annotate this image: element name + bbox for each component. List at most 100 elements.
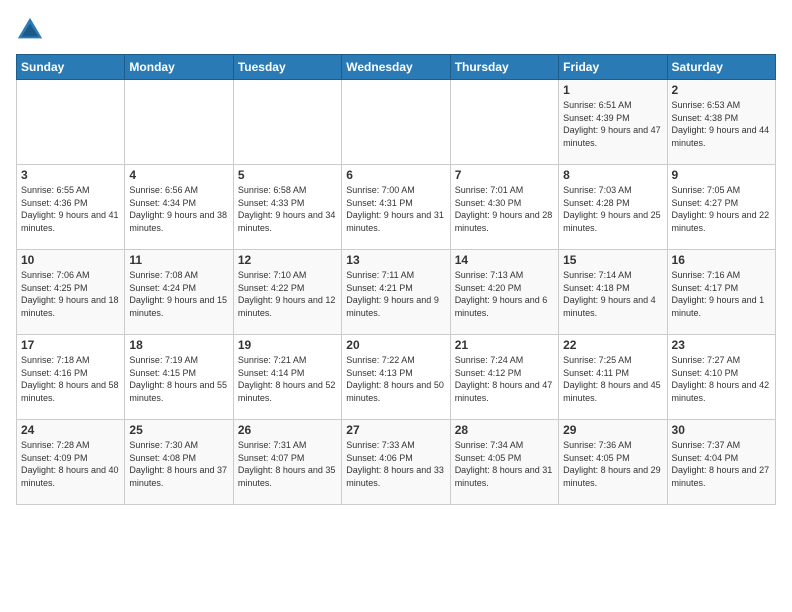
calendar-cell: 18Sunrise: 7:19 AM Sunset: 4:15 PM Dayli…: [125, 335, 233, 420]
day-number: 20: [346, 338, 445, 352]
day-number: 24: [21, 423, 120, 437]
day-info: Sunrise: 7:30 AM Sunset: 4:08 PM Dayligh…: [129, 439, 228, 489]
col-header-thursday: Thursday: [450, 55, 558, 80]
calendar-cell: [450, 80, 558, 165]
calendar-cell: 14 Sunrise: 7:13 AM Sunset: 4:20 PM Dayli…: [450, 250, 558, 335]
col-header-monday: Monday: [125, 55, 233, 80]
day-number: 3: [21, 168, 120, 182]
day-number: 14: [455, 253, 554, 267]
calendar-cell: 28 Sunrise: 7:34 AM Sunset: 4:05 PM Dayli…: [450, 420, 558, 505]
day-info: Sunrise: 7:16 AM Sunset: 4:17 PM Dayligh…: [672, 269, 771, 319]
calendar-cell: 30 Sunrise: 7:37 AM Sunset: 4:04 PM Dayli…: [667, 420, 775, 505]
day-number: 13: [346, 253, 445, 267]
day-info: Sunrise: 7:18 AM Sunset: 4:16 PM Dayligh…: [21, 354, 120, 404]
day-info: Sunrise: 6:56 AM Sunset: 4:34 PM Dayligh…: [129, 184, 228, 234]
calendar-cell: 11Sunrise: 7:08 AM Sunset: 4:24 PM Dayli…: [125, 250, 233, 335]
calendar-cell: 29 Sunrise: 7:36 AM Sunset: 4:05 PM Dayli…: [559, 420, 667, 505]
calendar-header-row: SundayMondayTuesdayWednesdayThursdayFrid…: [17, 55, 776, 80]
calendar-cell: 23 Sunrise: 7:27 AM Sunset: 4:10 PM Dayli…: [667, 335, 775, 420]
day-info: Sunrise: 7:27 AM Sunset: 4:10 PM Dayligh…: [672, 354, 771, 404]
col-header-wednesday: Wednesday: [342, 55, 450, 80]
day-info: Sunrise: 7:13 AM Sunset: 4:20 PM Dayligh…: [455, 269, 554, 319]
col-header-tuesday: Tuesday: [233, 55, 341, 80]
day-number: 2: [672, 83, 771, 97]
day-info: Sunrise: 7:36 AM Sunset: 4:05 PM Dayligh…: [563, 439, 662, 489]
day-number: 19: [238, 338, 337, 352]
day-number: 17: [21, 338, 120, 352]
day-info: Sunrise: 7:19 AM Sunset: 4:15 PM Dayligh…: [129, 354, 228, 404]
day-info: Sunrise: 7:10 AM Sunset: 4:22 PM Dayligh…: [238, 269, 337, 319]
calendar-week-row: 24 Sunrise: 7:28 AM Sunset: 4:09 PM Dayli…: [17, 420, 776, 505]
calendar-cell: [125, 80, 233, 165]
calendar-table: SundayMondayTuesdayWednesdayThursdayFrid…: [16, 54, 776, 505]
day-number: 7: [455, 168, 554, 182]
day-number: 29: [563, 423, 662, 437]
day-number: 1: [563, 83, 662, 97]
calendar-cell: 21 Sunrise: 7:24 AM Sunset: 4:12 PM Dayli…: [450, 335, 558, 420]
calendar-cell: 22Sunrise: 7:25 AM Sunset: 4:11 PM Dayli…: [559, 335, 667, 420]
day-number: 22: [563, 338, 662, 352]
day-number: 30: [672, 423, 771, 437]
day-info: Sunrise: 7:21 AM Sunset: 4:14 PM Dayligh…: [238, 354, 337, 404]
day-number: 8: [563, 168, 662, 182]
calendar-cell: [233, 80, 341, 165]
calendar-cell: 3 Sunrise: 6:55 AM Sunset: 4:36 PM Daylig…: [17, 165, 125, 250]
calendar-cell: 13 Sunrise: 7:11 AM Sunset: 4:21 PM Dayli…: [342, 250, 450, 335]
calendar-cell: 24 Sunrise: 7:28 AM Sunset: 4:09 PM Dayli…: [17, 420, 125, 505]
day-info: Sunrise: 7:33 AM Sunset: 4:06 PM Dayligh…: [346, 439, 445, 489]
day-info: Sunrise: 7:31 AM Sunset: 4:07 PM Dayligh…: [238, 439, 337, 489]
day-info: Sunrise: 7:14 AM Sunset: 4:18 PM Dayligh…: [563, 269, 662, 319]
calendar-cell: 12 Sunrise: 7:10 AM Sunset: 4:22 PM Dayli…: [233, 250, 341, 335]
day-info: Sunrise: 7:01 AM Sunset: 4:30 PM Dayligh…: [455, 184, 554, 234]
calendar-cell: 5 Sunrise: 6:58 AM Sunset: 4:33 PM Daylig…: [233, 165, 341, 250]
day-number: 16: [672, 253, 771, 267]
day-info: Sunrise: 7:00 AM Sunset: 4:31 PM Dayligh…: [346, 184, 445, 234]
calendar-cell: 26 Sunrise: 7:31 AM Sunset: 4:07 PM Dayli…: [233, 420, 341, 505]
day-info: Sunrise: 7:05 AM Sunset: 4:27 PM Dayligh…: [672, 184, 771, 234]
day-number: 9: [672, 168, 771, 182]
day-number: 11: [129, 253, 228, 267]
day-number: 5: [238, 168, 337, 182]
header: [16, 16, 776, 44]
day-number: 10: [21, 253, 120, 267]
calendar-week-row: 10Sunrise: 7:06 AM Sunset: 4:25 PM Dayli…: [17, 250, 776, 335]
logo: [16, 16, 48, 44]
calendar-cell: 17 Sunrise: 7:18 AM Sunset: 4:16 PM Dayli…: [17, 335, 125, 420]
col-header-friday: Friday: [559, 55, 667, 80]
day-number: 28: [455, 423, 554, 437]
day-number: 26: [238, 423, 337, 437]
calendar-cell: 20 Sunrise: 7:22 AM Sunset: 4:13 PM Dayli…: [342, 335, 450, 420]
logo-icon: [16, 16, 44, 44]
day-number: 21: [455, 338, 554, 352]
calendar-cell: 6Sunrise: 7:00 AM Sunset: 4:31 PM Daylig…: [342, 165, 450, 250]
calendar-cell: 7 Sunrise: 7:01 AM Sunset: 4:30 PM Daylig…: [450, 165, 558, 250]
day-number: 12: [238, 253, 337, 267]
day-info: Sunrise: 7:28 AM Sunset: 4:09 PM Dayligh…: [21, 439, 120, 489]
day-info: Sunrise: 6:58 AM Sunset: 4:33 PM Dayligh…: [238, 184, 337, 234]
day-info: Sunrise: 7:37 AM Sunset: 4:04 PM Dayligh…: [672, 439, 771, 489]
calendar-cell: 16 Sunrise: 7:16 AM Sunset: 4:17 PM Dayli…: [667, 250, 775, 335]
calendar-week-row: 3 Sunrise: 6:55 AM Sunset: 4:36 PM Daylig…: [17, 165, 776, 250]
day-info: Sunrise: 7:22 AM Sunset: 4:13 PM Dayligh…: [346, 354, 445, 404]
day-info: Sunrise: 7:11 AM Sunset: 4:21 PM Dayligh…: [346, 269, 445, 319]
calendar-cell: [17, 80, 125, 165]
day-number: 15: [563, 253, 662, 267]
day-info: Sunrise: 7:03 AM Sunset: 4:28 PM Dayligh…: [563, 184, 662, 234]
calendar-cell: 27 Sunrise: 7:33 AM Sunset: 4:06 PM Dayli…: [342, 420, 450, 505]
calendar-cell: 1Sunrise: 6:51 AM Sunset: 4:39 PM Daylig…: [559, 80, 667, 165]
calendar-week-row: 17 Sunrise: 7:18 AM Sunset: 4:16 PM Dayli…: [17, 335, 776, 420]
calendar-cell: 8 Sunrise: 7:03 AM Sunset: 4:28 PM Daylig…: [559, 165, 667, 250]
calendar-cell: 2 Sunrise: 6:53 AM Sunset: 4:38 PM Daylig…: [667, 80, 775, 165]
calendar-cell: 9 Sunrise: 7:05 AM Sunset: 4:27 PM Daylig…: [667, 165, 775, 250]
day-number: 27: [346, 423, 445, 437]
day-number: 23: [672, 338, 771, 352]
calendar-cell: 4Sunrise: 6:56 AM Sunset: 4:34 PM Daylig…: [125, 165, 233, 250]
day-info: Sunrise: 7:24 AM Sunset: 4:12 PM Dayligh…: [455, 354, 554, 404]
calendar-cell: 15 Sunrise: 7:14 AM Sunset: 4:18 PM Dayli…: [559, 250, 667, 335]
day-info: Sunrise: 7:34 AM Sunset: 4:05 PM Dayligh…: [455, 439, 554, 489]
calendar-cell: 19 Sunrise: 7:21 AM Sunset: 4:14 PM Dayli…: [233, 335, 341, 420]
day-info: Sunrise: 6:55 AM Sunset: 4:36 PM Dayligh…: [21, 184, 120, 234]
col-header-saturday: Saturday: [667, 55, 775, 80]
day-info: Sunrise: 6:53 AM Sunset: 4:38 PM Dayligh…: [672, 99, 771, 149]
calendar-cell: 25Sunrise: 7:30 AM Sunset: 4:08 PM Dayli…: [125, 420, 233, 505]
